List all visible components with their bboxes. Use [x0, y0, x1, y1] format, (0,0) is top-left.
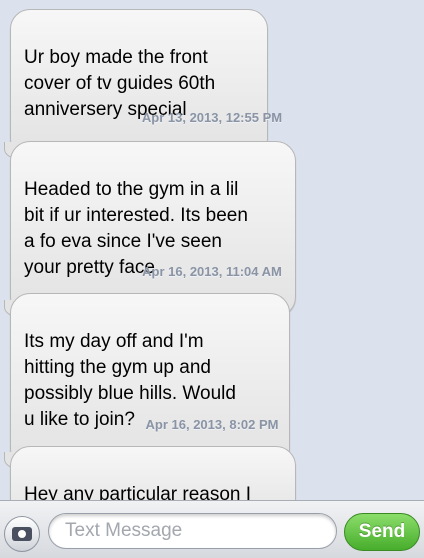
message-bubble[interactable]: Hey any particular reason I haven't hear…: [10, 446, 296, 500]
message-thread[interactable]: Ur boy made the front cover of tv guides…: [0, 0, 424, 500]
message-bubble[interactable]: Headed to the gym in a lil bit if ur int…: [4, 141, 296, 317]
message-text: Hey any particular reason I haven't hear…: [24, 484, 252, 500]
camera-lens: [17, 529, 27, 539]
camera-icon[interactable]: [4, 516, 40, 552]
timestamp: Apr 16, 2013, 8:02 PM: [145, 417, 279, 432]
send-button[interactable]: Send: [344, 513, 420, 551]
message-bubble[interactable]: Its my day off and I'm hitting the gym u…: [4, 293, 290, 469]
input-bar: Text Message Send: [0, 500, 424, 558]
message-text: Its my day off and I'm hitting the gym u…: [24, 331, 236, 430]
message-bubble[interactable]: Ur boy made the front cover of tv guides…: [4, 9, 268, 159]
timestamp: Apr 16, 2013, 11:04 AM: [142, 264, 282, 279]
timestamp: Apr 13, 2013, 12:55 PM: [141, 110, 283, 125]
message-input[interactable]: Text Message: [48, 513, 337, 549]
